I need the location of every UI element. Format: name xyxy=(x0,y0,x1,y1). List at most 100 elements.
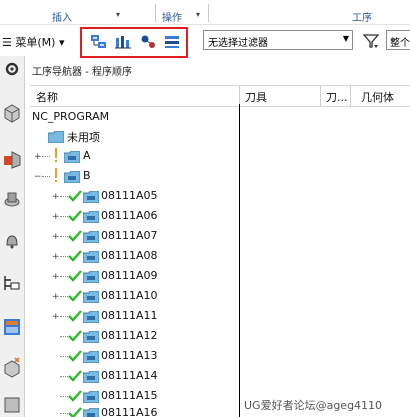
ribbon-group-operation[interactable]: 操作 xyxy=(162,9,182,24)
tree-connector xyxy=(60,296,68,298)
tree-connector xyxy=(60,196,68,198)
assembly-navigator-icon[interactable] xyxy=(2,148,22,170)
column-header-tool-number[interactable]: 刀... xyxy=(326,89,348,105)
expand-plus-icon[interactable]: + xyxy=(52,252,60,262)
program-folder-icon xyxy=(83,271,99,283)
checkmark-icon xyxy=(68,230,82,242)
expand-plus-icon[interactable]: + xyxy=(52,312,60,322)
column-header-tool[interactable]: 刀具 xyxy=(245,89,267,105)
bell-icon[interactable] xyxy=(2,230,22,252)
tree-node-operation[interactable]: + 08111A07 xyxy=(30,226,239,246)
chevron-down-icon: ▾ xyxy=(58,36,65,49)
expand-plus-icon[interactable]: + xyxy=(52,272,60,282)
expand-plus-icon[interactable]: + xyxy=(52,192,60,202)
tree-node-operation[interactable]: + 08111A09 xyxy=(30,266,239,286)
navigator-column-header: 名称 刀具 刀... 几何体 xyxy=(30,85,410,107)
tree-connector xyxy=(60,216,68,218)
ribbon-group-insert[interactable]: 插入 xyxy=(52,9,72,24)
checkmark-icon xyxy=(68,210,82,222)
chevron-down-icon: ▼ xyxy=(342,34,349,43)
watermark-text: UG爱好者论坛@ageg4110 xyxy=(244,397,383,413)
tree-connector xyxy=(60,256,68,258)
program-folder-icon xyxy=(83,231,99,243)
folder-icon xyxy=(48,131,64,143)
column-header-geometry[interactable]: 几何体 xyxy=(361,89,394,105)
folder-icon xyxy=(64,151,80,163)
checkmark-icon xyxy=(68,407,82,417)
program-folder-icon xyxy=(83,351,99,363)
expand-plus-icon[interactable]: + xyxy=(52,232,60,242)
tree-node-operation[interactable]: + 08111A10 xyxy=(30,286,239,306)
tree-node-folder[interactable]: − B xyxy=(30,166,239,186)
tree-connector xyxy=(60,413,68,415)
program-folder-icon xyxy=(83,191,99,203)
column-header-name[interactable]: 名称 xyxy=(36,89,58,105)
tree-connector xyxy=(60,276,68,278)
expand-plus-icon[interactable]: + xyxy=(34,152,42,162)
tree-node-folder[interactable]: + A xyxy=(30,146,239,166)
machine-navigator-icon[interactable] xyxy=(2,316,22,338)
machining-method-view-icon[interactable] xyxy=(163,34,181,50)
warning-icon xyxy=(55,148,57,162)
tree-node-operation[interactable]: + 08111A11 xyxy=(30,306,239,326)
tree-connector xyxy=(60,396,68,398)
program-folder-icon xyxy=(83,251,99,263)
tree-connector xyxy=(60,316,68,318)
menu-button[interactable]: ☰ 菜单(M) ▾ xyxy=(2,34,64,50)
feature-navigator-icon[interactable] xyxy=(2,356,22,378)
warning-icon xyxy=(55,168,57,182)
tree-connector xyxy=(60,376,68,378)
ribbon-divider xyxy=(208,4,209,22)
tree-connector xyxy=(60,336,68,338)
chevron-down-icon[interactable]: ▾ xyxy=(116,10,120,19)
selection-filter-dropdown[interactable]: 无选择过滤器 ▼ xyxy=(203,30,353,50)
expand-plus-icon[interactable]: + xyxy=(52,212,60,222)
resource-bar xyxy=(0,56,25,417)
column-divider[interactable] xyxy=(350,86,351,106)
tree-connector xyxy=(42,176,50,178)
checkmark-icon xyxy=(68,370,82,382)
checkmark-icon xyxy=(68,190,82,202)
tree-connector xyxy=(60,236,68,238)
checkmark-icon xyxy=(68,390,82,402)
column-divider xyxy=(239,104,240,417)
navigator-title: 工序导航器 - 程序顺序 xyxy=(32,67,132,78)
part-navigator-icon[interactable] xyxy=(2,102,22,124)
checkmark-icon xyxy=(68,290,82,302)
program-order-view-icon[interactable] xyxy=(90,34,108,50)
folder-icon xyxy=(64,171,80,183)
filter-funnel-icon[interactable] xyxy=(362,32,380,50)
tree-connector xyxy=(42,156,50,158)
collapse-minus-icon[interactable]: − xyxy=(34,172,42,182)
tree-node-operation[interactable]: 08111A12 xyxy=(30,326,239,346)
tree-node-operation[interactable]: + 08111A05 xyxy=(30,186,239,206)
tree-node-operation[interactable]: 08111A13 xyxy=(30,346,239,366)
expand-plus-icon[interactable]: + xyxy=(52,292,60,302)
ribbon-group-operation-2[interactable]: 工序 xyxy=(352,9,372,24)
scope-dropdown[interactable]: 整个 xyxy=(386,30,410,50)
tree-node-operation[interactable]: 08111A14 xyxy=(30,366,239,386)
tree-node-operation[interactable]: + 08111A08 xyxy=(30,246,239,266)
column-divider[interactable] xyxy=(320,86,321,106)
ribbon-divider xyxy=(155,4,156,22)
tree-node-operation[interactable]: 08111A16 xyxy=(30,403,239,417)
column-divider[interactable] xyxy=(239,86,240,106)
tree-node-operation[interactable]: + 08111A06 xyxy=(30,206,239,226)
chevron-down-icon[interactable]: ▾ xyxy=(196,10,200,19)
tree-node-root[interactable]: NC_PROGRAM xyxy=(30,107,239,127)
program-folder-icon xyxy=(83,371,99,383)
constraint-navigator-icon[interactable] xyxy=(2,188,22,210)
operation-navigator-icon[interactable] xyxy=(2,272,22,294)
gear-icon[interactable] xyxy=(2,58,22,80)
checkmark-icon xyxy=(68,270,82,282)
program-folder-icon xyxy=(83,391,99,403)
checkmark-icon xyxy=(68,310,82,322)
menu-lines-icon: ☰ xyxy=(2,36,16,49)
geometry-view-icon[interactable] xyxy=(140,34,158,50)
tree-node-folder[interactable]: 未用项 xyxy=(30,126,239,146)
ribbon-group-bar: 插入 ▾ 操作 ▾ 工序 xyxy=(0,0,410,25)
machine-tool-view-icon[interactable] xyxy=(114,34,132,50)
reuse-library-icon[interactable] xyxy=(2,394,22,416)
program-folder-icon xyxy=(83,311,99,323)
toolbar: ☰ 菜单(M) ▾ 无选择过滤器 ▼ 整个 xyxy=(0,26,410,58)
